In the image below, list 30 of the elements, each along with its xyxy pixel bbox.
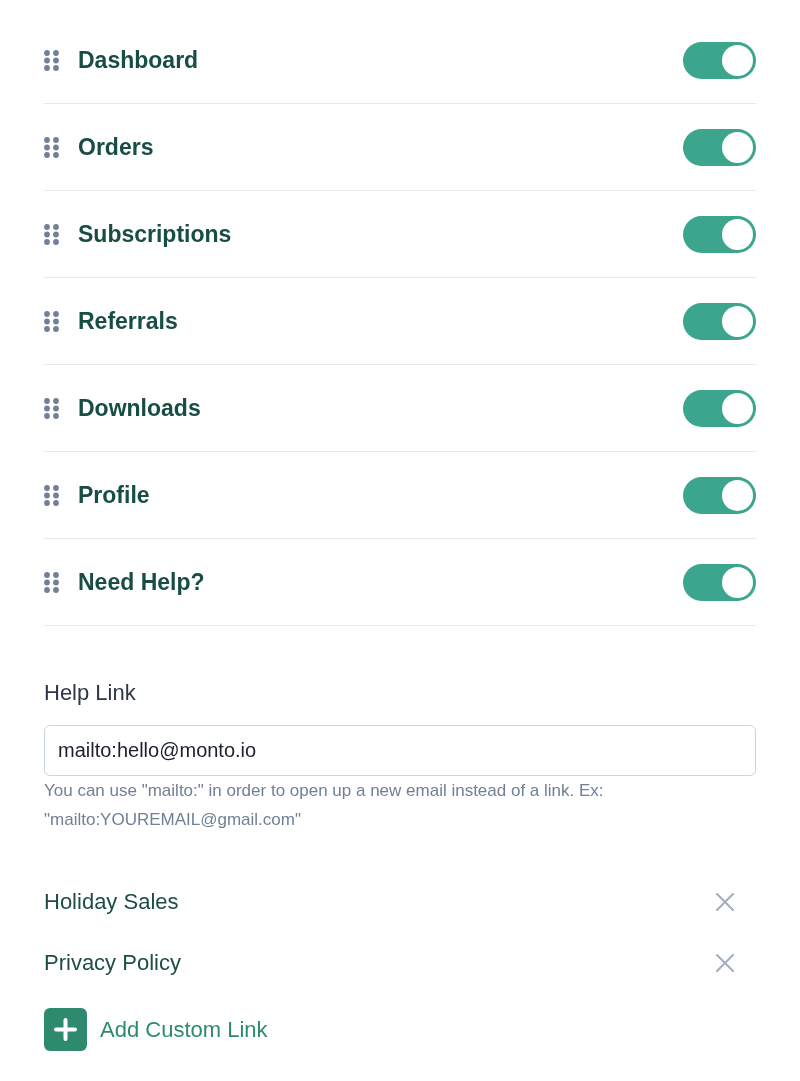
field-label: Help Link	[44, 679, 137, 707]
toggle-switch[interactable]	[683, 41, 756, 79]
toggle-switch[interactable]	[683, 128, 756, 166]
menu-item-label: Downloads	[78, 393, 201, 423]
help-link-input[interactable]: mailto:hello@monto.io	[44, 725, 756, 776]
menu-item-label: Need Help?	[78, 567, 205, 597]
drag-handle-icon[interactable]	[44, 397, 59, 419]
custom-link-label: Holiday Sales	[44, 888, 179, 916]
drag-handle-icon[interactable]	[44, 136, 59, 158]
toggle-switch[interactable]	[683, 302, 756, 340]
toggle-switch[interactable]	[683, 389, 756, 427]
plus-icon	[44, 1008, 87, 1051]
add-custom-link-button[interactable]: Add Custom Link	[44, 1008, 268, 1051]
close-icon[interactable]	[716, 892, 734, 911]
custom-link-label: Privacy Policy	[44, 949, 181, 977]
toggle-switch[interactable]	[683, 476, 756, 514]
drag-handle-icon[interactable]	[44, 484, 59, 506]
toggle-switch[interactable]	[683, 563, 756, 601]
drag-handle-icon[interactable]	[44, 49, 59, 71]
menu-item-label: Orders	[78, 132, 154, 162]
drag-handle-icon[interactable]	[44, 310, 59, 332]
drag-handle-icon[interactable]	[44, 571, 59, 593]
close-icon[interactable]	[716, 953, 734, 972]
hint-text: You can use "mailto:" in order to open up a new email instead of a link. Ex: "mailto:YOUREMAIL@gmail.com"	[44, 780, 605, 831]
menu-item-label: Referrals	[78, 306, 178, 336]
toggle-switch[interactable]	[683, 215, 756, 253]
drag-handle-icon[interactable]	[44, 223, 59, 245]
menu-item-label: Dashboard	[78, 45, 199, 75]
menu-item-label: Subscriptions	[78, 219, 232, 249]
menu-item-label: Profile	[78, 480, 150, 510]
